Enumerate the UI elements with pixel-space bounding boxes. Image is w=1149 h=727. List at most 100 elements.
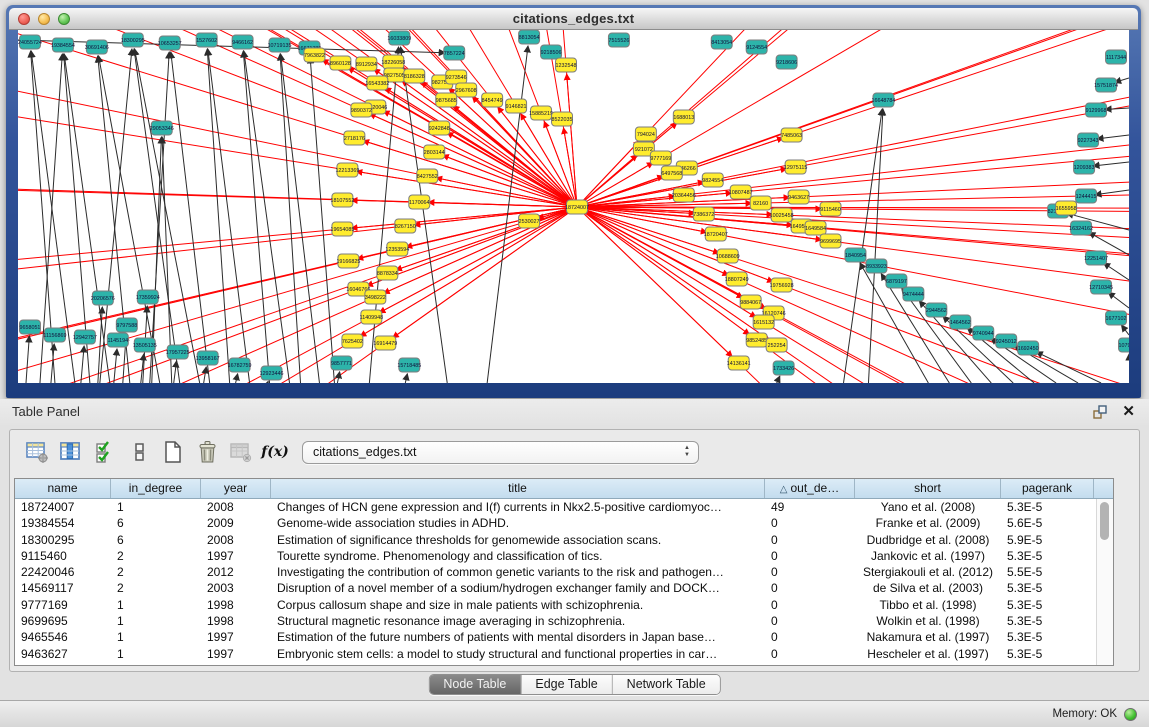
network-node[interactable]: 16914479 [373,336,397,350]
tab-node-table[interactable]: Node Table [429,675,521,694]
network-node[interactable]: 1527602 [196,33,217,47]
network-node[interactable]: 9242848 [429,121,450,135]
column-header-pagerank[interactable]: pagerank [1001,479,1094,498]
network-node[interactable]: 7485063 [781,128,802,142]
network-node[interactable]: 6497568 [661,166,682,180]
scrollbar-thumb[interactable] [1100,502,1109,540]
network-node[interactable]: 6879197 [886,274,907,288]
network-node[interactable]: 17359924 [136,290,160,304]
network-node[interactable]: 16782759 [228,358,252,372]
network-node[interactable]: 7386372 [693,207,714,221]
network-node[interactable]: 9658051 [19,320,40,334]
network-node[interactable]: 10719135 [268,38,292,52]
function-builder-button[interactable]: f(x) [258,444,292,460]
network-node[interactable]: 794024 [635,127,656,141]
network-node[interactable]: 18724007 [565,200,589,214]
network-node[interactable]: 82160 [750,196,771,210]
network-node[interactable]: 12923446 [260,366,284,380]
table-row[interactable]: 977716911998Corpus callosum shape and si… [15,597,1113,613]
network-node[interactable]: 9474444 [903,287,924,301]
network-node[interactable]: 29053346 [150,121,174,135]
network-node[interactable]: 15885219 [529,106,553,120]
network-node[interactable]: 15718485 [397,358,421,372]
network-node[interactable]: 30691406 [85,40,109,54]
network-node[interactable]: 1688013 [673,110,694,124]
create-column-button[interactable] [156,438,190,466]
network-node[interactable]: 13958167 [196,351,220,365]
network-node[interactable]: 8413054 [711,35,732,49]
table-row[interactable]: 911546021997Tourette syndrome. Phenomeno… [15,548,1113,564]
zoom-window-button[interactable] [58,13,70,25]
network-node[interactable]: 252254 [766,338,787,352]
row-options-button[interactable] [122,438,156,466]
network-node[interactable]: 1692450 [1018,341,1039,355]
table-row[interactable]: 2242004622012Investigating the contribut… [15,564,1113,580]
network-node[interactable]: 9797588 [116,318,137,332]
network-node[interactable]: 7963822 [304,48,325,62]
network-node[interactable]: 16648784 [871,93,895,107]
table-selector-dropdown[interactable]: citations_edges.txt ▲▼ [302,441,699,464]
network-node[interactable]: 1655958 [1056,201,1077,215]
network-node[interactable]: 8267150 [395,219,416,233]
network-node[interactable]: 12975115 [784,160,808,174]
network-node[interactable]: 2718176 [344,131,365,145]
network-node[interactable]: 1079102 [1119,338,1129,352]
show-columns-button[interactable] [54,438,88,466]
table-row[interactable]: 946554611997Estimation of the future num… [15,629,1113,645]
column-header-out_de[interactable]: △out_de… [765,479,855,498]
network-node[interactable]: 18226058 [381,55,405,69]
network-node[interactable]: 8813054 [519,30,540,44]
table-row[interactable]: 1872400712008Changes of HCN gene express… [15,499,1113,515]
network-node[interactable]: 12213369 [335,163,359,177]
close-panel-icon[interactable]: ✕ [1122,403,1135,421]
network-node[interactable]: 8912934 [356,57,377,71]
network-node[interactable]: 18300295 [121,33,145,47]
network-node[interactable]: 11156869 [43,328,66,342]
network-node[interactable]: 9115460 [820,202,841,216]
network-node[interactable]: 9875685 [436,93,457,107]
network-node[interactable]: 9129968 [1086,103,1107,117]
float-panel-icon[interactable] [1092,404,1108,420]
network-node[interactable]: 7857224 [444,46,465,60]
network-node[interactable]: 8427552 [417,169,438,183]
table-row[interactable]: 969969511998Structural magnetic resonanc… [15,613,1113,629]
network-node[interactable]: 2967608 [456,83,477,97]
network-node[interactable]: 7515526 [608,33,629,47]
network-node[interactable]: 15751874 [1094,78,1118,92]
network-node[interactable]: 8522035 [552,112,573,126]
table-row[interactable]: 946362711997Embryonic stem cells: a mode… [15,646,1113,662]
network-node[interactable]: 8933923 [866,259,887,273]
table-scrollbar[interactable] [1096,499,1113,665]
network-node[interactable]: 16033809 [387,31,411,45]
tab-network-table[interactable]: Network Table [613,675,720,694]
network-node[interactable]: 1170064 [409,195,430,209]
network-node[interactable]: 19756928 [770,278,794,292]
network-node[interactable]: 8186328 [404,69,425,83]
network-node[interactable]: 1464562 [950,315,971,329]
network-node[interactable]: 9857771 [331,356,352,370]
network-node[interactable]: 8960128 [330,56,351,70]
network-node[interactable]: 1244415 [1076,189,1097,203]
network-node[interactable]: 1649584 [805,221,826,235]
network-node[interactable]: 1733426 [773,361,794,375]
network-node[interactable]: 9466162 [232,35,253,49]
network-node[interactable]: 12710345 [1089,280,1113,294]
network-node[interactable]: 2944562 [926,303,947,317]
network-node[interactable]: 20206576 [91,291,115,305]
network-node[interactable]: 1145194 [107,333,128,347]
network-node[interactable]: 9699695 [820,234,841,248]
minimize-window-button[interactable] [38,13,50,25]
column-header-title[interactable]: title [271,479,765,498]
table-row[interactable]: 1456911722003Disruption of a novel membe… [15,580,1113,596]
network-node[interactable]: 9824554 [702,173,723,187]
table-settings-button[interactable] [20,438,54,466]
network-node[interactable]: 9884067 [740,295,761,309]
network-node[interactable]: 12353594 [385,242,409,256]
network-node[interactable]: 9124554 [746,40,767,54]
network-node[interactable]: 18107552 [330,193,354,207]
network-node[interactable]: 12942757 [73,330,97,344]
network-node[interactable]: 10807487 [729,185,753,199]
network-graph[interactable]: 2405572419384554306914061830029510653257… [18,30,1129,383]
network-node[interactable]: 7625402 [342,334,363,348]
network-node[interactable]: 1677102 [1106,311,1127,325]
